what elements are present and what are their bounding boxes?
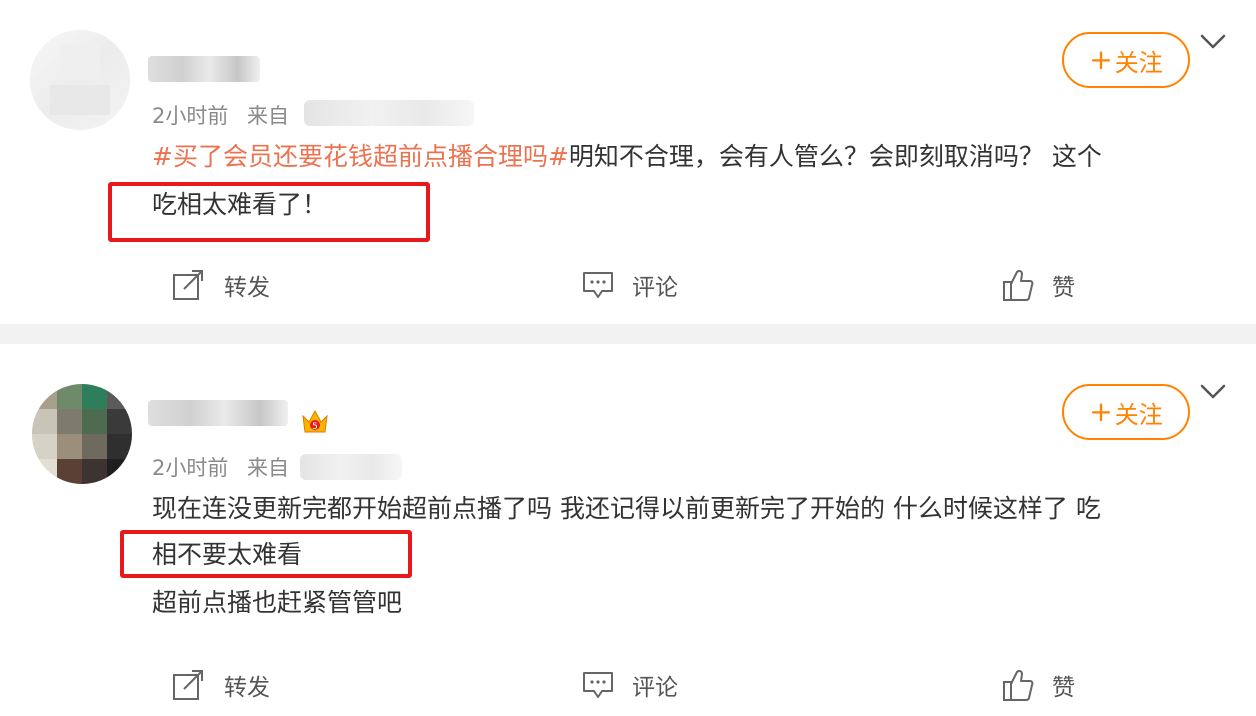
post-text: 现在连没更新完都开始超前点播了吗 我还记得以前更新完了开始的 什么时候这样了 吃 — [152, 494, 1101, 523]
follow-label: 关注 — [1114, 48, 1163, 77]
repost-icon — [173, 670, 203, 700]
comment-icon — [583, 672, 613, 698]
username-blurred[interactable] — [148, 400, 288, 426]
feed-divider — [0, 324, 1256, 344]
post-time: 2小时前 — [152, 456, 229, 480]
feed-post-1: 2小时前 来自 + 关注 #买了会员还要花钱超前点播合理吗#明知不合理，会有人管… — [0, 0, 1256, 324]
thumbs-up-icon — [1003, 669, 1034, 701]
repost-button[interactable]: 转发 — [172, 268, 270, 302]
follow-button[interactable]: + 关注 — [1062, 32, 1190, 88]
post-time: 2小时前 — [152, 104, 229, 128]
avatar[interactable] — [32, 384, 132, 484]
post-text-line: #买了会员还要花钱超前点播合理吗#明知不合理，会有人管么？会即刻取消吗？ 这个 — [152, 142, 1102, 172]
post-text: 明知不合理，会有人管么？会即刻取消吗？ 这个 — [568, 142, 1102, 171]
red-highlight-box — [120, 530, 412, 578]
thumbs-up-icon — [1003, 269, 1034, 301]
comment-label: 评论 — [632, 675, 678, 701]
chevron-down-icon[interactable] — [1198, 32, 1228, 52]
repost-button[interactable]: 转发 — [172, 668, 270, 702]
post-source-label: 来自 — [247, 104, 289, 128]
like-label: 赞 — [1052, 675, 1075, 701]
feed-post-2: 5 2小时前 来自 + 关注 现在连没更新完都开始超前点播了吗 我还记得以前更新… — [0, 344, 1256, 716]
comment-button[interactable]: 评论 — [582, 668, 678, 702]
repost-icon — [173, 270, 203, 300]
post-text-line: 现在连没更新完都开始超前点播了吗 我还记得以前更新完了开始的 什么时候这样了 吃 — [152, 494, 1101, 524]
comment-label: 评论 — [632, 275, 678, 301]
post-text-line: 超前点播也赶紧管管吧 — [152, 588, 402, 618]
repost-label: 转发 — [224, 675, 270, 701]
post-source-blurred — [300, 454, 402, 480]
post-text: 超前点播也赶紧管管吧 — [152, 588, 403, 617]
comment-button[interactable]: 评论 — [582, 268, 678, 302]
like-label: 赞 — [1052, 275, 1075, 301]
follow-label: 关注 — [1114, 400, 1163, 429]
post-source-label: 来自 — [247, 456, 289, 480]
comment-icon — [583, 272, 613, 298]
post-source-blurred — [304, 100, 474, 126]
topic-link[interactable]: #买了会员还要花钱超前点播合理吗# — [152, 142, 569, 171]
follow-button[interactable]: + 关注 — [1062, 384, 1190, 440]
chevron-down-icon[interactable] — [1198, 382, 1228, 402]
plus-icon: + — [1089, 43, 1113, 76]
red-highlight-box — [108, 182, 430, 242]
like-button[interactable]: 赞 — [1002, 268, 1075, 302]
plus-icon: + — [1089, 395, 1113, 428]
like-button[interactable]: 赞 — [1002, 668, 1075, 702]
repost-label: 转发 — [224, 275, 270, 301]
avatar[interactable] — [30, 30, 130, 130]
svg-text:5: 5 — [312, 422, 318, 432]
crown-icon: 5 — [302, 409, 328, 433]
username-blurred[interactable] — [148, 56, 260, 82]
